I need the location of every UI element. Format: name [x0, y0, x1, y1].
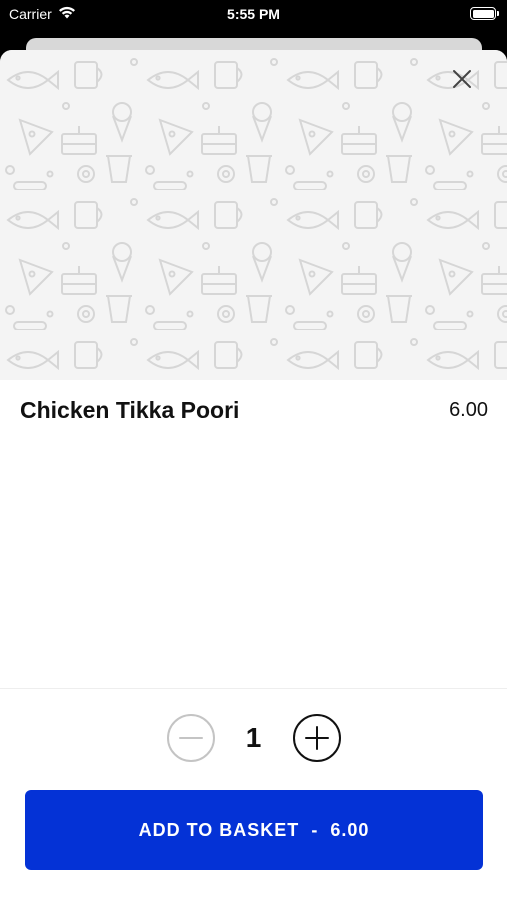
quantity-stepper: 1: [0, 714, 507, 762]
add-button-label: ADD TO BASKET: [138, 819, 300, 840]
item-row: Chicken Tikka Poori 6.00: [20, 397, 488, 424]
food-doodle-pattern: [0, 50, 507, 380]
quantity-value: 1: [245, 722, 262, 753]
add-button-total: 6.00: [330, 819, 370, 840]
plus-icon: [304, 726, 329, 750]
close-button[interactable]: [451, 68, 473, 90]
battery-icon: [470, 7, 499, 20]
add-button-separator: -: [311, 819, 319, 840]
add-to-basket-button[interactable]: ADD TO BASKET - 6.00: [25, 790, 483, 870]
minus-icon: [178, 737, 203, 739]
item-sheet: Chicken Tikka Poori 6.00 1 ADD TO BASKET…: [0, 50, 507, 900]
status-bar: Carrier 5:55 PM: [0, 0, 507, 30]
status-time: 5:55 PM: [227, 6, 280, 22]
divider: [0, 688, 507, 689]
item-image-placeholder: [0, 50, 507, 380]
item-name: Chicken Tikka Poori: [20, 397, 240, 423]
increase-quantity-button[interactable]: [292, 714, 341, 762]
decrease-quantity-button[interactable]: [166, 714, 215, 762]
item-price: 6.00: [449, 399, 488, 421]
close-icon: [453, 70, 471, 88]
